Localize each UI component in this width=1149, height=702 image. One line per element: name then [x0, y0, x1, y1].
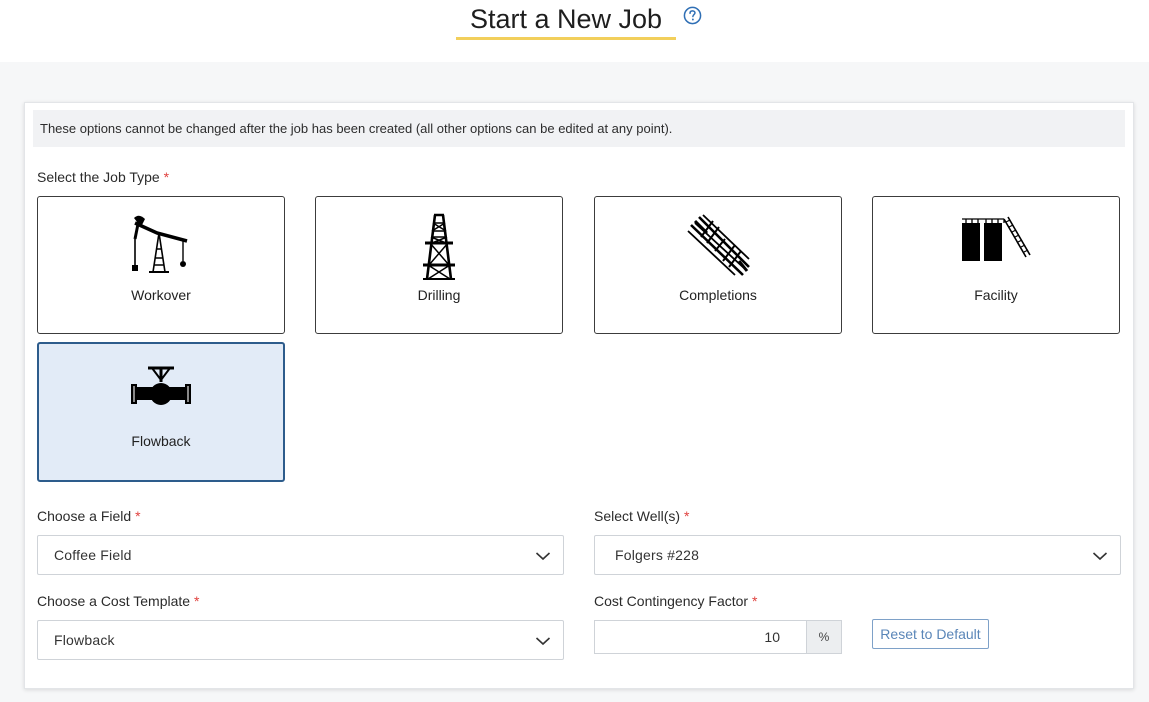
- help-icon[interactable]: [683, 6, 702, 25]
- pipes-icon: [595, 213, 841, 276]
- job-type-label: Flowback: [131, 433, 191, 449]
- reset-to-default-button[interactable]: Reset to Default: [872, 619, 989, 649]
- contingency-input[interactable]: 10: [594, 620, 807, 654]
- job-type-label: Workover: [131, 287, 191, 303]
- immutable-options-notice: These options cannot be changed after th…: [33, 110, 1125, 147]
- page-header: Start a New Job: [0, 0, 1149, 62]
- percent-addon: %: [806, 620, 842, 654]
- chevron-down-icon: [1092, 552, 1108, 561]
- job-type-facility[interactable]: Facility: [872, 196, 1120, 334]
- wells-select-value: Folgers #228: [615, 547, 700, 563]
- tanks-icon: [873, 213, 1119, 273]
- chevron-down-icon: [535, 552, 551, 561]
- job-type-label: Select the Job Type *: [37, 169, 170, 185]
- cost-template-select[interactable]: Flowback: [37, 620, 564, 660]
- field-label: Choose a Field *: [37, 508, 141, 524]
- wells-label: Select Well(s) *: [594, 508, 690, 524]
- derrick-icon: [316, 213, 562, 280]
- job-type-label: Facility: [974, 287, 1018, 303]
- pumpjack-icon: [38, 213, 284, 273]
- job-type-completions[interactable]: Completions: [594, 196, 842, 334]
- title-underline: [456, 37, 676, 40]
- cost-template-label: Choose a Cost Template *: [37, 593, 200, 609]
- job-type-label: Drilling: [417, 287, 461, 303]
- field-select[interactable]: Coffee Field: [37, 535, 564, 575]
- valve-icon: [39, 360, 283, 420]
- cost-template-select-value: Flowback: [54, 632, 115, 648]
- job-type-drilling[interactable]: Drilling: [315, 196, 563, 334]
- chevron-down-icon: [535, 637, 551, 646]
- job-type-label: Completions: [679, 287, 757, 303]
- contingency-label: Cost Contingency Factor *: [594, 593, 758, 609]
- page-title: Start a New Job: [469, 4, 663, 34]
- field-select-value: Coffee Field: [54, 547, 132, 563]
- job-type-workover[interactable]: Workover: [37, 196, 285, 334]
- wells-select[interactable]: Folgers #228: [594, 535, 1121, 575]
- job-type-flowback[interactable]: Flowback: [37, 342, 285, 482]
